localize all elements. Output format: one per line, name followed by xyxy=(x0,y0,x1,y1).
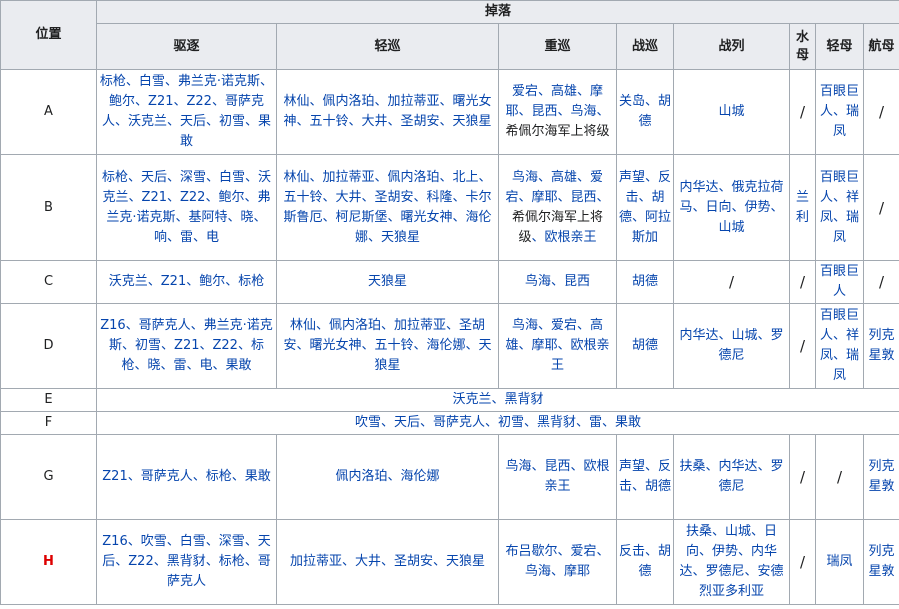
heavy-cruiser-class-note: 希佩尔海军上将级 xyxy=(505,124,610,139)
light-carrier-drops[interactable]: 百眼巨人 xyxy=(815,260,864,304)
destroyer-drops[interactable]: Z16、吹雪、白雪、深雪、天后、Z22、黑背豺、标枪、哥萨克人 xyxy=(96,519,277,605)
position-cell: E xyxy=(0,388,97,412)
table-row: F 吹雪、天后、哥萨克人、初雪、黑背豺、雷、果敢 xyxy=(0,411,899,435)
all-drops[interactable]: 沃克兰、黑背豺 xyxy=(95,388,899,412)
battleship-drops[interactable]: 扶桑、内华达、罗德尼 xyxy=(673,434,790,520)
header-battleship: 战列 xyxy=(673,23,790,70)
header-heavy-cruiser: 重巡 xyxy=(498,23,617,70)
table-row: D Z16、哥萨克人、弗兰克·诺克斯、初雪、Z21、Z22、标枪、晓、雷、电、果… xyxy=(0,303,899,389)
heavy-cruiser-drops[interactable]: 鸟海、昆西、欧根亲王 xyxy=(498,434,617,520)
heavy-cruiser-links[interactable]: 、欧根亲王 xyxy=(532,230,597,245)
header-drops: 掉落 xyxy=(95,0,899,24)
battleship-drops[interactable]: 内华达、山城、罗德尼 xyxy=(673,303,790,389)
heavy-cruiser-drops[interactable]: 鸟海、爱宕、高雄、摩耶、欧根亲王 xyxy=(498,303,617,389)
battlecruiser-drops[interactable]: 声望、反击、胡德 xyxy=(616,434,674,520)
header-light-cruiser: 轻巡 xyxy=(276,23,499,70)
light-carrier-drops[interactable]: 瑞凤 xyxy=(815,519,864,605)
light-carrier-drops[interactable]: 百眼巨人、祥凤、瑞凤 xyxy=(815,154,864,261)
light-carrier-drops: / xyxy=(815,434,864,520)
battleship-drops[interactable]: 扶桑、山城、日向、伊势、内华达、罗德尼、安德烈亚多利亚 xyxy=(673,519,790,605)
table-row: E 沃克兰、黑背豺 xyxy=(0,388,899,412)
header-position: 位置 xyxy=(0,0,97,70)
header-battlecruiser: 战巡 xyxy=(616,23,674,70)
battleship-drops[interactable]: 山城 xyxy=(673,69,790,155)
header-carrier: 航母 xyxy=(862,23,899,70)
heavy-cruiser-drops: 爱宕、高雄、摩耶、昆西、鸟海、希佩尔海军上将级 xyxy=(498,69,617,155)
battlecruiser-drops[interactable]: 胡德 xyxy=(616,260,674,304)
table-row: C 沃克兰、Z21、鲍尔、标枪 天狼星 鸟海、昆西 胡德 / / 百眼巨人 / xyxy=(0,260,899,304)
seaplane-tender-drops[interactable]: 兰利 xyxy=(789,154,816,261)
destroyer-drops[interactable]: Z16、哥萨克人、弗兰克·诺克斯、初雪、Z21、Z22、标枪、晓、雷、电、果敢 xyxy=(96,303,277,389)
table-row: B 标枪、天后、深雪、白雪、沃克兰、Z21、Z22、鲍尔、弗兰克·诺克斯、基阿特… xyxy=(0,154,899,261)
heavy-cruiser-drops: 鸟海、高雄、爱宕、摩耶、昆西、希佩尔海军上将级、欧根亲王 xyxy=(498,154,617,261)
light-cruiser-drops[interactable]: 天狼星 xyxy=(276,260,499,304)
header-seaplane-tender: 水母 xyxy=(789,23,816,70)
battlecruiser-drops[interactable]: 声望、反击、胡德、阿拉斯加 xyxy=(616,154,674,261)
drops-table: 位置 掉落 驱逐 轻巡 重巡 战巡 战列 水母 轻母 航母 A 标枪、白雪、弗兰… xyxy=(0,0,899,605)
carrier-drops: / xyxy=(862,154,899,261)
header-destroyer: 驱逐 xyxy=(96,23,277,70)
carrier-drops[interactable]: 列克星敦 xyxy=(862,303,899,389)
battlecruiser-drops[interactable]: 胡德 xyxy=(616,303,674,389)
seaplane-tender-drops: / xyxy=(789,434,816,520)
destroyer-drops[interactable]: 标枪、天后、深雪、白雪、沃克兰、Z21、Z22、鲍尔、弗兰克·诺克斯、基阿特、晓… xyxy=(96,154,277,261)
header-light-carrier: 轻母 xyxy=(815,23,864,70)
table-row: A 标枪、白雪、弗兰克·诺克斯、鲍尔、Z21、Z22、哥萨克人、沃克兰、天后、初… xyxy=(0,69,899,155)
destroyer-drops[interactable]: 沃克兰、Z21、鲍尔、标枪 xyxy=(96,260,277,304)
light-cruiser-drops[interactable]: 佩内洛珀、海伦娜 xyxy=(276,434,499,520)
light-cruiser-drops[interactable]: 加拉蒂亚、大井、圣胡安、天狼星 xyxy=(276,519,499,605)
carrier-drops[interactable]: 列克星敦 xyxy=(862,434,899,520)
heavy-cruiser-links[interactable]: 爱宕、高雄、摩耶、昆西、鸟海、 xyxy=(505,84,609,119)
carrier-drops: / xyxy=(862,69,899,155)
all-drops[interactable]: 吹雪、天后、哥萨克人、初雪、黑背豺、雷、果敢 xyxy=(95,411,899,435)
destroyer-drops[interactable]: Z21、哥萨克人、标枪、果敢 xyxy=(96,434,277,520)
position-cell: A xyxy=(0,69,97,155)
light-carrier-drops[interactable]: 百眼巨人、瑞凤 xyxy=(815,69,864,155)
seaplane-tender-drops: / xyxy=(789,69,816,155)
destroyer-drops[interactable]: 标枪、白雪、弗兰克·诺克斯、鲍尔、Z21、Z22、哥萨克人、沃克兰、天后、初雪、… xyxy=(96,69,277,155)
battleship-drops: / xyxy=(673,260,790,304)
heavy-cruiser-links[interactable]: 鸟海、高雄、爱宕、摩耶、昆西、 xyxy=(505,170,609,205)
position-cell: B xyxy=(0,154,97,261)
light-cruiser-drops[interactable]: 林仙、加拉蒂亚、佩内洛珀、北上、五十铃、大井、圣胡安、科隆、卡尔斯鲁厄、柯尼斯堡… xyxy=(276,154,499,261)
position-cell: C xyxy=(0,260,97,304)
table-row: G Z21、哥萨克人、标枪、果敢 佩内洛珀、海伦娜 鸟海、昆西、欧根亲王 声望、… xyxy=(0,434,899,520)
table-row: H Z16、吹雪、白雪、深雪、天后、Z22、黑背豺、标枪、哥萨克人 加拉蒂亚、大… xyxy=(0,519,899,605)
light-cruiser-drops[interactable]: 林仙、佩内洛珀、加拉蒂亚、曙光女神、五十铃、大井、圣胡安、天狼星 xyxy=(276,69,499,155)
light-cruiser-drops[interactable]: 林仙、佩内洛珀、加拉蒂亚、圣胡安、曙光女神、五十铃、海伦娜、天狼星 xyxy=(276,303,499,389)
heavy-cruiser-drops[interactable]: 布吕歇尔、爱宕、鸟海、摩耶 xyxy=(498,519,617,605)
position-cell: H xyxy=(0,519,97,605)
light-carrier-drops[interactable]: 百眼巨人、祥凤、瑞凤 xyxy=(815,303,864,389)
battleship-drops[interactable]: 内华达、俄克拉荷马、日向、伊势、山城 xyxy=(673,154,790,261)
position-cell: G xyxy=(0,434,97,520)
position-cell: D xyxy=(0,303,97,389)
battlecruiser-drops[interactable]: 关岛、胡德 xyxy=(616,69,674,155)
battlecruiser-drops[interactable]: 反击、胡德 xyxy=(616,519,674,605)
carrier-drops: / xyxy=(862,260,899,304)
carrier-drops[interactable]: 列克星敦 xyxy=(862,519,899,605)
position-cell: F xyxy=(0,411,97,435)
heavy-cruiser-drops[interactable]: 鸟海、昆西 xyxy=(498,260,617,304)
seaplane-tender-drops: / xyxy=(789,260,816,304)
seaplane-tender-drops: / xyxy=(789,519,816,605)
seaplane-tender-drops: / xyxy=(789,303,816,389)
